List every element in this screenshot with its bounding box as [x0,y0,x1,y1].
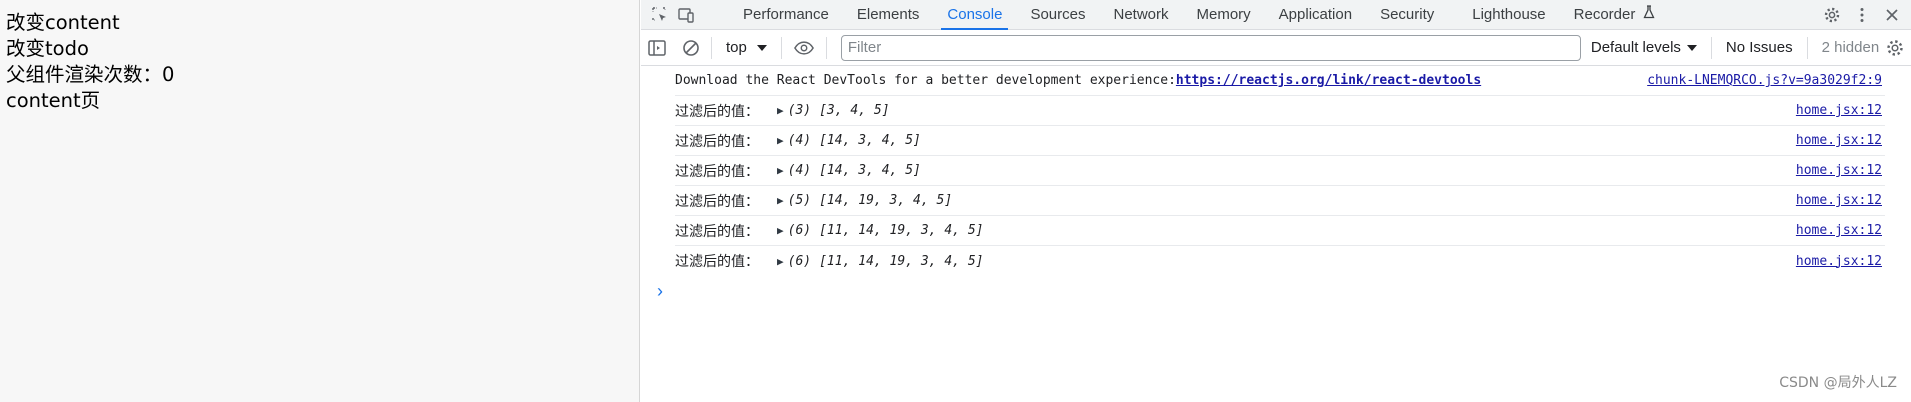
array-length: (5) [787,193,812,208]
log-levels-dropdown[interactable]: Default levels [1591,39,1697,56]
array-length: (3) [787,103,812,118]
log-label: 过滤后的值： [675,163,759,180]
source-link[interactable]: chunk-LNEMQRCO.js?v=9a3029f2:9 [1647,73,1882,88]
log-label: 过滤后的值： [675,223,759,240]
toolbar-divider [780,36,782,59]
settings-gear-icon[interactable] [1819,0,1845,30]
array-preview[interactable]: [3, 4, 5] [819,103,889,118]
log-label: 过滤后的值： [675,254,759,270]
context-value: top [726,39,747,56]
source-link[interactable]: home.jsx:12 [1796,254,1882,269]
react-devtools-link[interactable]: https://reactjs.org/link/react-devtools [1176,73,1481,88]
csdn-watermark: CSDN @局外人LZ [1779,375,1897,391]
source-link[interactable]: home.jsx:12 [1796,133,1882,148]
tab-performance[interactable]: Performance [729,0,843,30]
console-message: 过滤后的值： ▶ (4) [14, 3, 4, 5] home.jsx:12 [675,126,1885,156]
expand-triangle-icon[interactable]: ▶ [777,104,784,117]
close-icon[interactable] [1879,0,1905,30]
toolbar-divider [1710,36,1712,59]
tab-security[interactable]: Security [1366,0,1458,30]
tabbar-actions [1819,0,1905,30]
content-page-text: content页 [6,89,101,112]
expand-triangle-icon[interactable]: ▶ [777,164,784,177]
log-levels-label: Default levels [1590,39,1681,56]
hidden-messages-count: 2 hidden [1821,39,1880,56]
devtools-panel: Performance Elements Console Sources Net… [641,0,1911,402]
page-content: 改变content 改变todo 父组件渲染次数：0 content页 [0,0,640,402]
toolbar-divider [825,36,827,59]
dropdown-arrow-icon [756,39,767,56]
toolbar-divider [1806,36,1808,59]
array-preview[interactable]: [11, 14, 19, 3, 4, 5] [819,254,983,269]
tab-sources[interactable]: Sources [1016,0,1099,30]
console-toolbar: top Default levels No Issues 2 hidden [641,30,1911,66]
console-filter-input[interactable] [840,34,1581,61]
devtools-tabs: Performance Elements Console Sources Net… [729,0,1669,30]
array-preview[interactable]: [11, 14, 19, 3, 4, 5] [819,223,983,238]
console-settings-gear-icon[interactable] [1885,30,1905,66]
console-message: 过滤后的值： ▶ (4) [14, 3, 4, 5] home.jsx:12 [675,156,1885,186]
log-label: 过滤后的值： [675,103,759,120]
array-length: (4) [787,133,812,148]
expand-triangle-icon[interactable]: ▶ [777,224,784,237]
tab-memory[interactable]: Memory [1183,0,1265,30]
context-selector[interactable]: top [718,39,775,56]
array-preview[interactable]: [14, 3, 4, 5] [819,133,921,148]
inspect-element-icon[interactable] [647,0,673,30]
clear-console-icon[interactable] [681,30,701,66]
devtools-tabbar: Performance Elements Console Sources Net… [641,0,1911,30]
console-messages: Download the React DevTools for a better… [641,66,1911,276]
expand-triangle-icon[interactable]: ▶ [777,255,784,268]
parent-render-count-text: 父组件渲染次数：0 [6,63,175,86]
expand-triangle-icon[interactable]: ▶ [777,194,784,207]
tab-lighthouse[interactable]: Lighthouse [1458,0,1559,30]
change-content-text[interactable]: 改变content [6,10,633,36]
array-length: (4) [787,163,812,178]
device-toolbar-icon[interactable] [673,0,699,30]
dropdown-arrow-icon [1686,39,1697,56]
issues-counter[interactable]: No Issues [1726,39,1793,56]
console-prompt[interactable]: › [641,276,1911,306]
console-message: 过滤后的值： ▶ (6) [11, 14, 19, 3, 4, 5] home.… [675,246,1885,276]
console-message: 过滤后的值： ▶ (5) [14, 19, 3, 4, 5] home.jsx:… [675,186,1885,216]
array-preview[interactable]: [14, 19, 3, 4, 5] [819,193,952,208]
prompt-chevron-icon: › [657,280,663,301]
array-length: (6) [787,253,812,269]
console-message: 过滤后的值： ▶ (6) [11, 14, 19, 3, 4, 5] home.… [675,216,1885,246]
message-text: Download the React DevTools for a better… [675,73,1176,88]
tab-recorder-label: Recorder [1573,5,1636,23]
toolbar-divider [711,36,712,59]
tab-elements[interactable]: Elements [843,0,934,30]
console-message: Download the React DevTools for a better… [675,66,1885,96]
source-link[interactable]: home.jsx:12 [1796,103,1882,118]
change-todo-text[interactable]: 改变todo [6,36,633,62]
array-length: (6) [787,223,812,238]
source-link[interactable]: home.jsx:12 [1796,193,1882,208]
tab-recorder[interactable]: Recorder [1560,0,1669,30]
tab-console[interactable]: Console [933,0,1016,30]
console-message: 过滤后的值： ▶ (3) [3, 4, 5] home.jsx:12 [675,96,1885,126]
show-sidebar-icon[interactable] [647,30,667,66]
log-label: 过滤后的值： [675,133,759,150]
live-expression-eye-icon[interactable] [793,30,814,66]
tab-application[interactable]: Application [1265,0,1366,30]
expand-triangle-icon[interactable]: ▶ [777,134,784,147]
source-link[interactable]: home.jsx:12 [1796,163,1882,178]
more-options-icon[interactable] [1849,0,1875,30]
tab-network[interactable]: Network [1099,0,1182,30]
flask-icon [1643,0,1655,29]
array-preview[interactable]: [14, 3, 4, 5] [819,163,921,178]
log-label: 过滤后的值： [675,193,759,210]
source-link[interactable]: home.jsx:12 [1796,223,1882,238]
